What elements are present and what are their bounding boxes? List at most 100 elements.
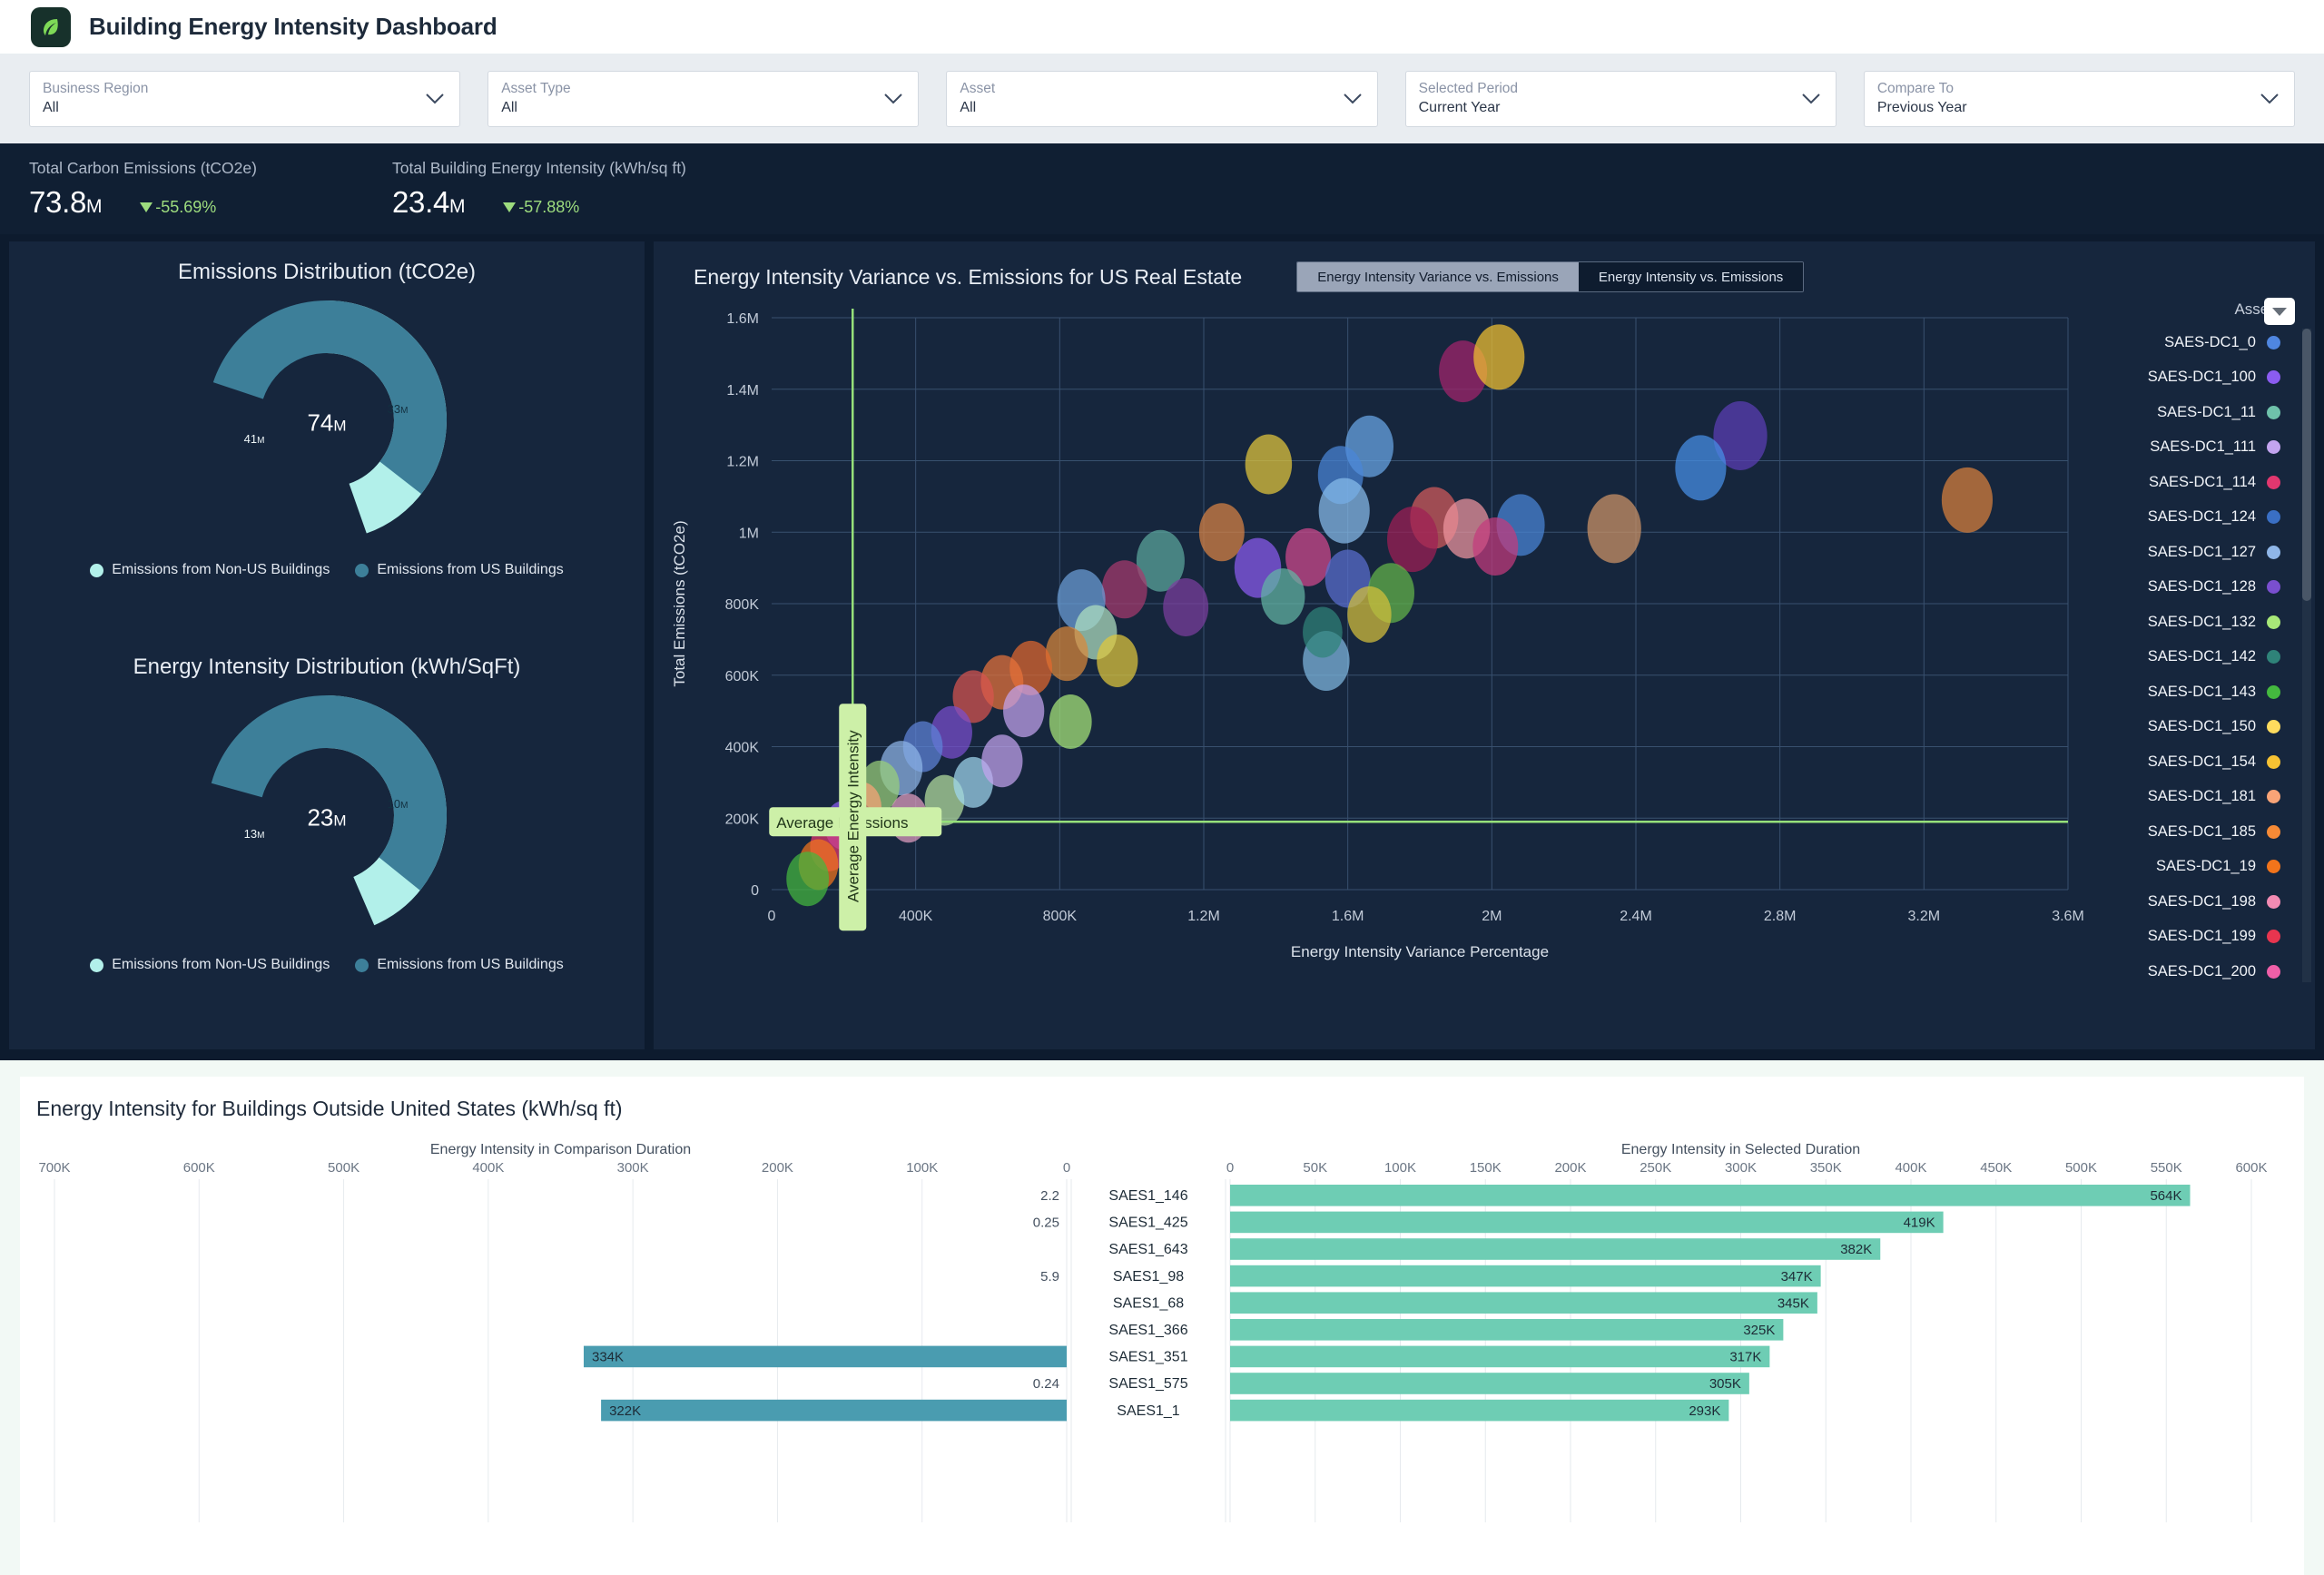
legend-item[interactable]: SAES-DC1_0 [2124, 325, 2315, 360]
y-axis-tick: 0 [751, 883, 759, 899]
legend-item[interactable]: SAES-DC1_114 [2124, 465, 2315, 500]
legend-item[interactable]: SAES-DC1_181 [2124, 780, 2315, 815]
legend-item[interactable]: SAES-DC1_154 [2124, 744, 2315, 780]
legend-item[interactable]: SAES-DC1_200 [2124, 954, 2315, 984]
legend-item[interactable]: SAES-DC1_100 [2124, 360, 2315, 396]
tab-variance-vs-emissions[interactable]: Energy Intensity Variance vs. Emissions [1297, 262, 1579, 291]
scatter-bubble[interactable] [1261, 568, 1305, 625]
kpi-caption: Total Building Energy Intensity (kWh/sq … [392, 158, 686, 177]
legend-color-dot [2267, 964, 2280, 979]
legend-scrollbar-thumb[interactable] [2302, 329, 2311, 601]
scatter-bubble[interactable] [1163, 577, 1209, 636]
donut-legend: Emissions from Non-US Buildings Emission… [90, 957, 564, 973]
filter-selected-period[interactable]: Selected Period Current Year [1404, 71, 1837, 127]
filter-business-region[interactable]: Business Region All [29, 71, 461, 127]
legend-item-non-us[interactable]: Emissions from Non-US Buildings [90, 957, 330, 973]
right-axis-tick: 400K [1895, 1160, 1926, 1176]
legend-item[interactable]: SAES-DC1_143 [2124, 674, 2315, 710]
legend-item[interactable]: SAES-DC1_124 [2124, 500, 2315, 536]
legend-item[interactable]: SAES-DC1_185 [2124, 814, 2315, 850]
legend-label: Emissions from US Buildings [377, 562, 564, 577]
legend-color-dot [90, 563, 104, 577]
right-bar[interactable] [1230, 1345, 1770, 1368]
chevron-down-icon[interactable] [1801, 93, 1821, 105]
scatter-bubble[interactable] [1347, 586, 1392, 643]
legend-item[interactable]: SAES-DC1_127 [2124, 535, 2315, 570]
left-bar-value: 322K [609, 1403, 641, 1419]
scatter-bubble[interactable] [1097, 635, 1138, 687]
left-axis-tick: 700K [38, 1160, 70, 1176]
legend-item[interactable]: SAES-DC1_142 [2124, 640, 2315, 675]
scatter-legend[interactable]: Asset SAES-DC1_0 SAES-DC1_100 SAES-DC1_11 S… [2124, 294, 2315, 984]
filter-label: Business Region [43, 81, 149, 97]
filter-asset[interactable]: Asset All [946, 71, 1378, 127]
right-bar-value: 564K [2150, 1188, 2181, 1204]
scatter-bubble[interactable] [1303, 606, 1343, 658]
scatter-bubble[interactable] [1101, 560, 1147, 619]
tab-intensity-vs-emissions[interactable]: Energy Intensity vs. Emissions [1578, 262, 1804, 291]
right-axis-tick: 350K [1810, 1160, 1842, 1176]
filter-compare-to[interactable]: Compare To Previous Year [1863, 71, 2296, 127]
bottom-section: Energy Intensity for Buildings Outside U… [0, 1060, 2324, 1575]
kpi-caption: Total Carbon Emissions (tCO2e) [29, 158, 257, 177]
scatter-bubble[interactable] [1472, 517, 1519, 576]
chevron-down-icon[interactable] [883, 93, 903, 105]
legend-item-us[interactable]: Emissions from US Buildings [355, 562, 564, 578]
legend-item[interactable]: SAES-DC1_132 [2124, 605, 2315, 640]
legend-item[interactable]: SAES-DC1_199 [2124, 920, 2315, 955]
chevron-down-icon[interactable] [1343, 93, 1363, 105]
right-bar[interactable] [1230, 1373, 1749, 1394]
left-bar-value: 0.25 [1033, 1216, 1059, 1231]
right-bar[interactable] [1230, 1399, 1729, 1422]
right-bar[interactable] [1230, 1238, 1881, 1260]
scatter-bubble[interactable] [1386, 507, 1439, 573]
scatter-bubble[interactable] [786, 851, 830, 907]
right-bar[interactable] [1230, 1319, 1784, 1341]
right-bar-value: 345K [1777, 1295, 1809, 1311]
scatter-bubble[interactable] [1473, 324, 1525, 390]
caret-down-icon[interactable] [2264, 298, 2295, 325]
category-label: SAES1_643 [1108, 1242, 1187, 1257]
scatter-bubble[interactable] [1245, 434, 1293, 495]
legend-item[interactable]: SAES-DC1_11 [2124, 395, 2315, 430]
scatter-canvas[interactable]: 0 200K 400K 600K 800K 1M 1.2M 1.4M 1.6M 0 400K 800K… [654, 298, 2124, 1024]
scatter-bubble[interactable] [1675, 435, 1727, 501]
right-bar[interactable] [1230, 1265, 1821, 1287]
legend-item[interactable]: SAES-DC1_198 [2124, 884, 2315, 920]
legend-item-non-us[interactable]: Emissions from Non-US Buildings [90, 562, 330, 578]
legend-label: SAES-DC1_185 [2147, 822, 2256, 840]
right-bar-value: 305K [1709, 1376, 1741, 1392]
scatter-bubble[interactable] [1318, 477, 1370, 544]
left-bar[interactable] [583, 1345, 1067, 1368]
legend-item[interactable]: SAES-DC1_150 [2124, 710, 2315, 745]
filter-value: All [960, 99, 977, 115]
legend-item[interactable]: SAES-DC1_111 [2124, 430, 2315, 466]
category-label: SAES1_351 [1108, 1350, 1187, 1365]
kpi-value: 73.8M [29, 184, 103, 219]
scatter-bubble[interactable] [1587, 494, 1641, 564]
tornado-canvas[interactable]: Energy Intensity in Comparison Duration E… [36, 1141, 2270, 1522]
filter-asset-type[interactable]: Asset Type All [487, 71, 920, 127]
legend-item-us[interactable]: Emissions from US Buildings [355, 957, 564, 973]
category-label: SAES1_146 [1108, 1188, 1187, 1204]
legend-item[interactable]: SAES-DC1_19 [2124, 850, 2315, 885]
right-bar[interactable] [1230, 1185, 2191, 1206]
right-axis-tick: 150K [1470, 1160, 1502, 1176]
category-label: SAES1_425 [1108, 1216, 1187, 1231]
right-bar[interactable] [1230, 1292, 1817, 1314]
chevron-down-icon[interactable] [2260, 93, 2280, 105]
chart-title: Energy Intensity Variance vs. Emissions … [694, 264, 1243, 289]
scatter-bubble[interactable] [1198, 503, 1245, 562]
scatter-bubble[interactable] [1003, 684, 1045, 738]
left-bar[interactable] [601, 1399, 1067, 1422]
chevron-down-icon[interactable] [425, 93, 445, 105]
scatter-bubble[interactable] [1049, 694, 1092, 749]
left-axis-tick: 0 [1063, 1160, 1070, 1176]
right-bar[interactable] [1230, 1211, 1944, 1234]
legend-scrollbar[interactable] [2302, 329, 2311, 982]
legend-item[interactable]: SAES-DC1_128 [2124, 570, 2315, 605]
scatter-bubble[interactable] [1941, 467, 1994, 533]
scatter-plot-area[interactable]: 0 200K 400K 600K 800K 1M 1.2M 1.4M 1.6M 0 400K 800K… [654, 298, 2315, 1024]
scatter-bubble[interactable] [981, 734, 1023, 788]
scatter-bubble[interactable] [1045, 626, 1088, 682]
